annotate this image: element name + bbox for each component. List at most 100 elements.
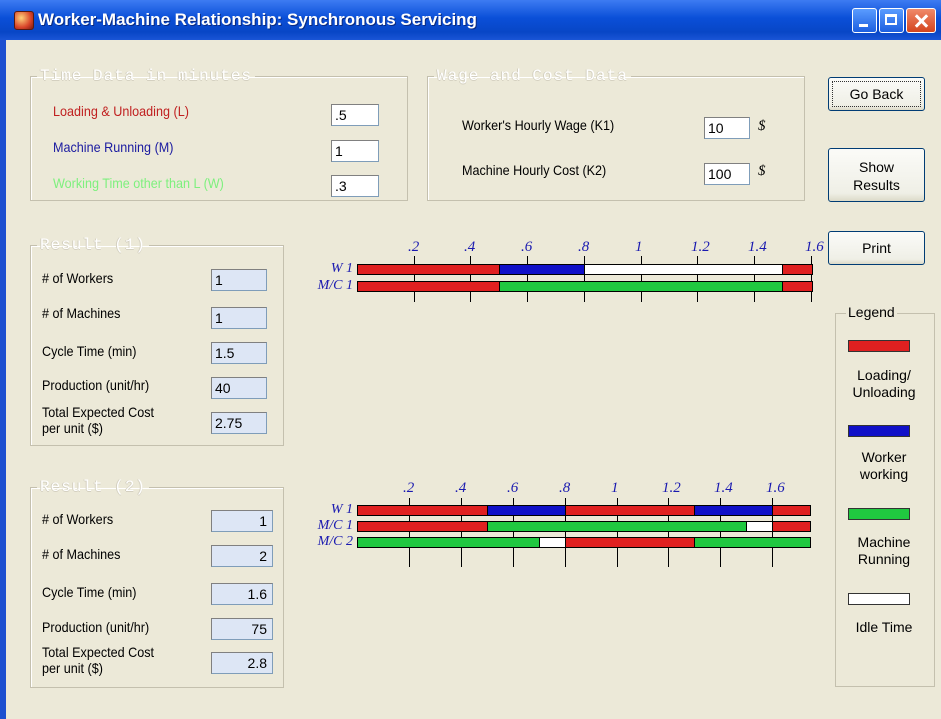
result2-workers-value: 1 — [211, 510, 273, 532]
chart1-tick — [414, 256, 415, 302]
chart2-tick-label: 1.6 — [766, 480, 785, 496]
chart2-bar-idle — [746, 521, 772, 532]
chart2-bar-idle — [539, 537, 565, 548]
chart1-bar-loading — [782, 264, 813, 275]
minimize-button[interactable] — [852, 8, 877, 33]
chart2-bar-loading — [565, 505, 694, 516]
window-title: Worker-Machine Relationship: Synchronous… — [38, 10, 477, 29]
chart2-bar-working — [694, 505, 772, 516]
print-button[interactable]: Print — [828, 231, 925, 265]
chart1-bar-loading — [357, 264, 499, 275]
loading-input[interactable]: .5 — [331, 104, 379, 126]
chart1-tick-label: 1.4 — [748, 239, 767, 255]
result2-production-label: Production (unit/hr) — [42, 619, 150, 635]
machine-cost-label: Machine Hourly Cost (K2) — [462, 162, 607, 178]
legend-label-running-2: Running — [857, 551, 911, 567]
result2-cycle-label: Cycle Time (min) — [42, 584, 137, 600]
time-data-legend: Time Data in minutes — [40, 67, 253, 85]
result1-cost-label: Total Expected Cost per unit ($) — [42, 404, 154, 436]
chart2-bar-running — [694, 537, 811, 548]
legend-label-running: Machine Running — [838, 534, 930, 568]
legend-label-loading: Loading/ Unloading — [838, 367, 930, 401]
chart2-bar-loading — [357, 505, 487, 516]
chart2-bar-running — [487, 521, 746, 532]
chart2-tick-label: .4 — [455, 480, 467, 496]
chart2-bar-loading — [565, 537, 694, 548]
legend-label-idle: Idle Time — [855, 619, 913, 635]
chart1-tick-label: .6 — [521, 239, 533, 255]
chart1-row-label: W 1 — [330, 261, 353, 276]
legend-swatch-running — [848, 508, 910, 520]
chart1-row-label: M/C 1 — [317, 278, 353, 293]
chart2-tick-label: .2 — [403, 480, 415, 496]
wage-input[interactable]: 10 — [704, 117, 750, 139]
chart1-tick-label: 1.2 — [691, 239, 710, 255]
wage-currency: $ — [758, 118, 766, 134]
chart2-bar-running — [357, 537, 539, 548]
chart2-tick-label: 1 — [611, 480, 619, 496]
machine-cost-input[interactable]: 100 — [704, 163, 750, 185]
wage-cost-legend: Wage and Cost Data — [437, 67, 628, 85]
result1-machines-value: 1 — [211, 307, 267, 329]
chart1-tick-label: 1.6 — [805, 239, 824, 255]
chart2-row-label: W 1 — [330, 502, 353, 517]
chart2-bar-loading — [772, 505, 811, 516]
chart1-tick — [584, 256, 585, 302]
result1-cycle-value: 1.5 — [211, 342, 267, 364]
legend-label-loading-1: Loading/ — [857, 367, 911, 383]
result1-workers-value: 1 — [211, 269, 267, 291]
title-bar: Worker-Machine Relationship: Synchronous… — [0, 0, 941, 40]
maximize-button[interactable] — [879, 8, 904, 33]
result1-cost-value: 2.75 — [211, 412, 267, 434]
result1-production-value: 40 — [211, 377, 267, 399]
result2-cost-label-1: Total Expected Cost — [42, 644, 155, 660]
chart2-row-label: M/C 2 — [317, 534, 353, 549]
result2-machines-label: # of Machines — [42, 546, 121, 562]
result2-machines-value: 2 — [211, 545, 273, 567]
result1-production-label: Production (unit/hr) — [42, 377, 150, 393]
legend-swatch-idle — [848, 593, 910, 605]
chart2-bar-working — [487, 505, 565, 516]
result1-cost-label-1: Total Expected Cost — [42, 404, 155, 420]
show-results-button[interactable]: Show Results — [828, 148, 925, 202]
chart1-bar-idle — [584, 264, 782, 275]
chart1-tick — [697, 256, 698, 302]
chart1-tick — [811, 256, 812, 302]
legend-label-working-1: Worker — [861, 449, 907, 465]
legend-label-loading-2: Unloading — [852, 384, 916, 400]
go-back-button[interactable]: Go Back — [828, 77, 925, 111]
show-results-label-2: Results — [853, 177, 900, 193]
result2-workers-label: # of Workers — [42, 511, 114, 527]
legend-label-running-1: Machine — [857, 534, 911, 550]
chart2-tick-label: 1.2 — [662, 480, 681, 496]
chart2-tick-label: 1.4 — [714, 480, 733, 496]
legend-swatch-loading — [848, 340, 910, 352]
chart2-bar-loading — [772, 521, 811, 532]
chart2-tick-label: .6 — [507, 480, 519, 496]
legend-title: Legend — [846, 304, 897, 320]
chart1-tick — [470, 256, 471, 302]
chart2-tick-label: .8 — [559, 480, 571, 496]
chart1-bar-working — [499, 264, 584, 275]
other-work-input[interactable]: .3 — [331, 175, 379, 197]
chart2-bar-loading — [357, 521, 487, 532]
close-button[interactable] — [906, 8, 936, 33]
legend-swatch-working — [848, 425, 910, 437]
chart1-tick — [754, 256, 755, 302]
chart1-tick-label: 1 — [635, 239, 643, 255]
result1-workers-label: # of Workers — [42, 270, 114, 286]
machine-running-input[interactable]: 1 — [331, 140, 379, 162]
result2-cost-label-2: per unit ($) — [42, 660, 103, 676]
show-results-label-1: Show — [858, 159, 895, 175]
result2-cost-label: Total Expected Cost per unit ($) — [42, 644, 154, 676]
result2-cycle-value: 1.6 — [211, 583, 273, 605]
chart1-tick — [641, 256, 642, 302]
result1-cost-label-2: per unit ($) — [42, 420, 103, 436]
chart2-row-label: M/C 1 — [317, 518, 353, 533]
result1-machines-label: # of Machines — [42, 305, 121, 321]
window-client: Time Data in minutes Loading & Unloading… — [6, 40, 941, 719]
other-work-label: Working Time other than L (W) — [53, 175, 224, 191]
chart1-tick-label: .8 — [578, 239, 590, 255]
wage-label: Worker's Hourly Wage (K1) — [462, 117, 615, 133]
loading-label: Loading & Unloading (L) — [53, 103, 189, 119]
